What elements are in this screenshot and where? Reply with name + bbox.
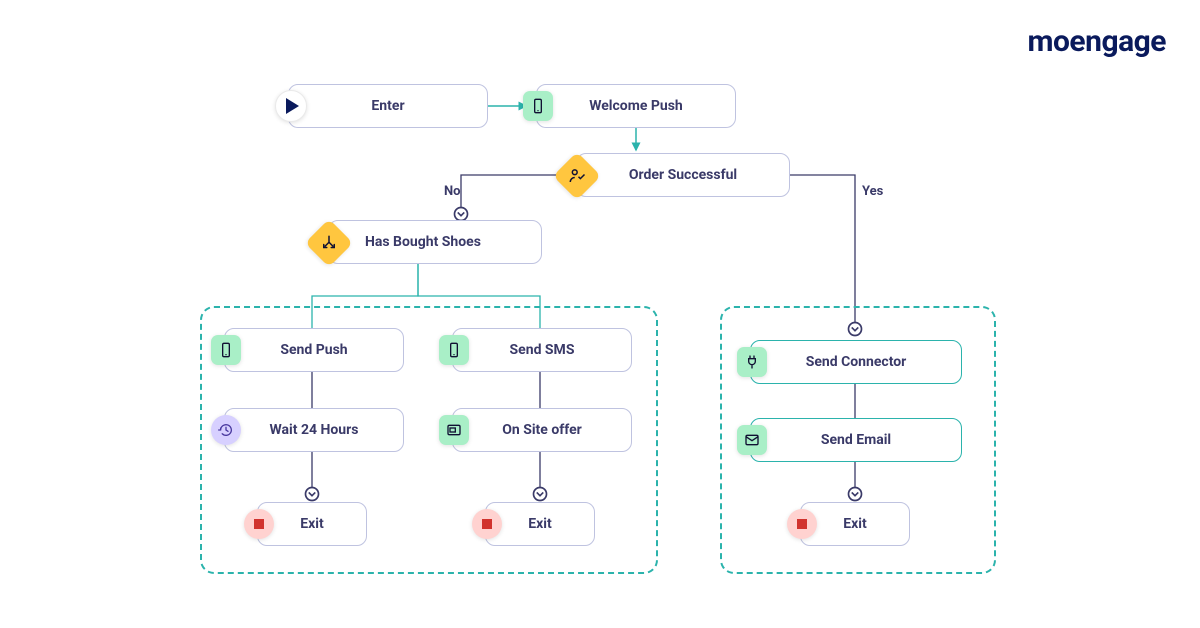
node-label: Send Push xyxy=(280,342,347,358)
node-label: Exit xyxy=(528,516,551,532)
node-exit-middle[interactable]: Exit xyxy=(485,502,595,546)
phone-icon xyxy=(211,335,241,365)
inapp-icon xyxy=(439,415,469,445)
play-icon xyxy=(275,90,307,122)
node-label: Welcome Push xyxy=(589,98,683,114)
node-label: On Site offer xyxy=(502,422,582,438)
node-label: Has Bought Shoes xyxy=(365,234,481,250)
node-label: Send Email xyxy=(821,432,891,448)
phone-icon xyxy=(523,91,553,121)
node-exit-right[interactable]: Exit xyxy=(800,502,910,546)
node-label: Send Connector xyxy=(806,354,907,370)
branch-label-no: No xyxy=(444,184,461,199)
node-onsite-offer[interactable]: On Site offer xyxy=(452,408,632,452)
split-arrows-icon xyxy=(305,219,353,267)
person-check-icon xyxy=(553,152,601,200)
node-has-bought-shoes[interactable]: Has Bought Shoes xyxy=(328,220,542,264)
node-label: Enter xyxy=(371,98,404,114)
stop-icon xyxy=(787,509,817,539)
node-send-connector[interactable]: Send Connector xyxy=(750,340,962,384)
node-exit-left[interactable]: Exit xyxy=(257,502,367,546)
node-label: Exit xyxy=(843,516,866,532)
node-label: Wait 24 Hours xyxy=(270,422,359,438)
node-label: Exit xyxy=(300,516,323,532)
flow-canvas: Enter Welcome Push Order Successful No Y… xyxy=(0,0,1200,628)
node-wait-24[interactable]: Wait 24 Hours xyxy=(224,408,404,452)
node-welcome-push[interactable]: Welcome Push xyxy=(536,84,736,128)
stop-icon xyxy=(472,509,502,539)
node-order-successful[interactable]: Order Successful xyxy=(576,153,790,197)
phone-icon xyxy=(439,335,469,365)
node-label: Send SMS xyxy=(510,342,575,358)
node-send-email[interactable]: Send Email xyxy=(750,418,962,462)
node-send-push[interactable]: Send Push xyxy=(224,328,404,372)
node-send-sms[interactable]: Send SMS xyxy=(452,328,632,372)
plug-icon xyxy=(737,347,767,377)
node-label: Order Successful xyxy=(629,167,737,183)
node-enter[interactable]: Enter xyxy=(288,84,488,128)
history-icon xyxy=(211,415,241,445)
stop-icon xyxy=(244,509,274,539)
mail-icon xyxy=(737,425,767,455)
branch-label-yes: Yes xyxy=(862,184,883,199)
